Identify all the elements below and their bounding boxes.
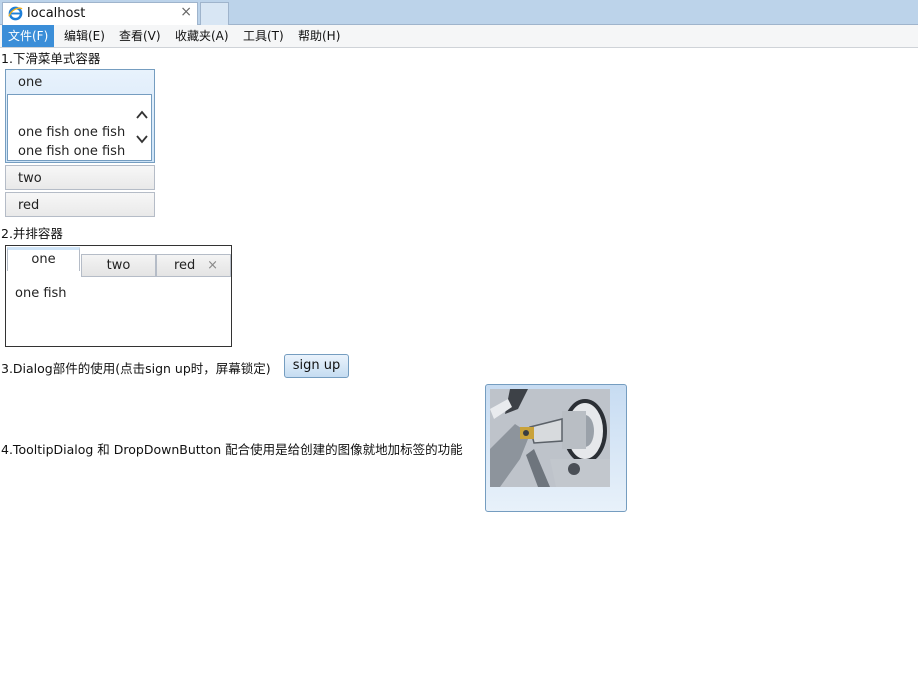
menu-tools[interactable]: 工具(T) <box>237 25 290 47</box>
menu-edit[interactable]: 编辑(E) <box>58 25 111 47</box>
dialog-section-label: 3.Dialog部件的使用(点击sign up时，屏幕锁定) <box>1 361 271 376</box>
accordion-pane-title: red <box>18 198 40 213</box>
tab-label: red <box>174 258 196 273</box>
tab-close-icon[interactable]: × <box>207 255 218 276</box>
tab-content: one fish <box>15 286 67 301</box>
browser-tab-bar: localhost × <box>0 0 918 25</box>
accordion-pane-title: one <box>18 75 43 90</box>
menu-help[interactable]: 帮助(H) <box>292 25 346 47</box>
tab-one[interactable]: one <box>7 247 80 271</box>
tooltip-section-label: 4.TooltipDialog 和 DropDownButton 配合使用是给创… <box>1 442 463 457</box>
accordion-section-label: 1.下滑菜单式容器 <box>1 51 101 66</box>
tab-label: one <box>31 252 56 267</box>
tab-red[interactable]: red × <box>156 254 231 277</box>
accordion-content-line: one fish one fish <box>18 125 126 140</box>
image-dropdown-button[interactable] <box>485 384 627 512</box>
new-tab-button[interactable] <box>200 2 229 25</box>
chevron-up-icon[interactable] <box>136 110 148 120</box>
accordion-content-line: one fish one fish <box>18 144 126 159</box>
accordion-pane-title: two <box>18 171 42 186</box>
tab-container: one two red × one fish <box>5 245 232 347</box>
chevron-down-icon[interactable] <box>136 134 148 144</box>
tab-label: two <box>106 258 131 273</box>
accordion-pane-two[interactable]: two <box>5 165 155 190</box>
close-icon[interactable]: × <box>180 4 192 20</box>
menu-favorites[interactable]: 收藏夹(A) <box>169 25 235 47</box>
accordion-pane-red[interactable]: red <box>5 192 155 217</box>
accordion-content: one fish one fish one fish one fish <box>7 94 152 161</box>
tabcontainer-section-label: 2.并排容器 <box>1 226 63 241</box>
menu-view[interactable]: 查看(V) <box>113 25 167 47</box>
tab-two[interactable]: two <box>81 254 156 277</box>
tab-strip-divider <box>81 276 231 277</box>
menu-bar: 文件(F) 编辑(E) 查看(V) 收藏夹(A) 工具(T) 帮助(H) <box>0 25 918 48</box>
browser-tab-title: localhost <box>27 6 86 21</box>
browser-tab[interactable]: localhost × <box>2 2 198 25</box>
engine-photo <box>490 389 610 487</box>
sign-up-button[interactable]: sign up <box>284 354 349 378</box>
accordion-scrollbar[interactable] <box>133 95 151 160</box>
menu-file[interactable]: 文件(F) <box>2 25 55 47</box>
ie-logo-icon <box>8 6 23 21</box>
